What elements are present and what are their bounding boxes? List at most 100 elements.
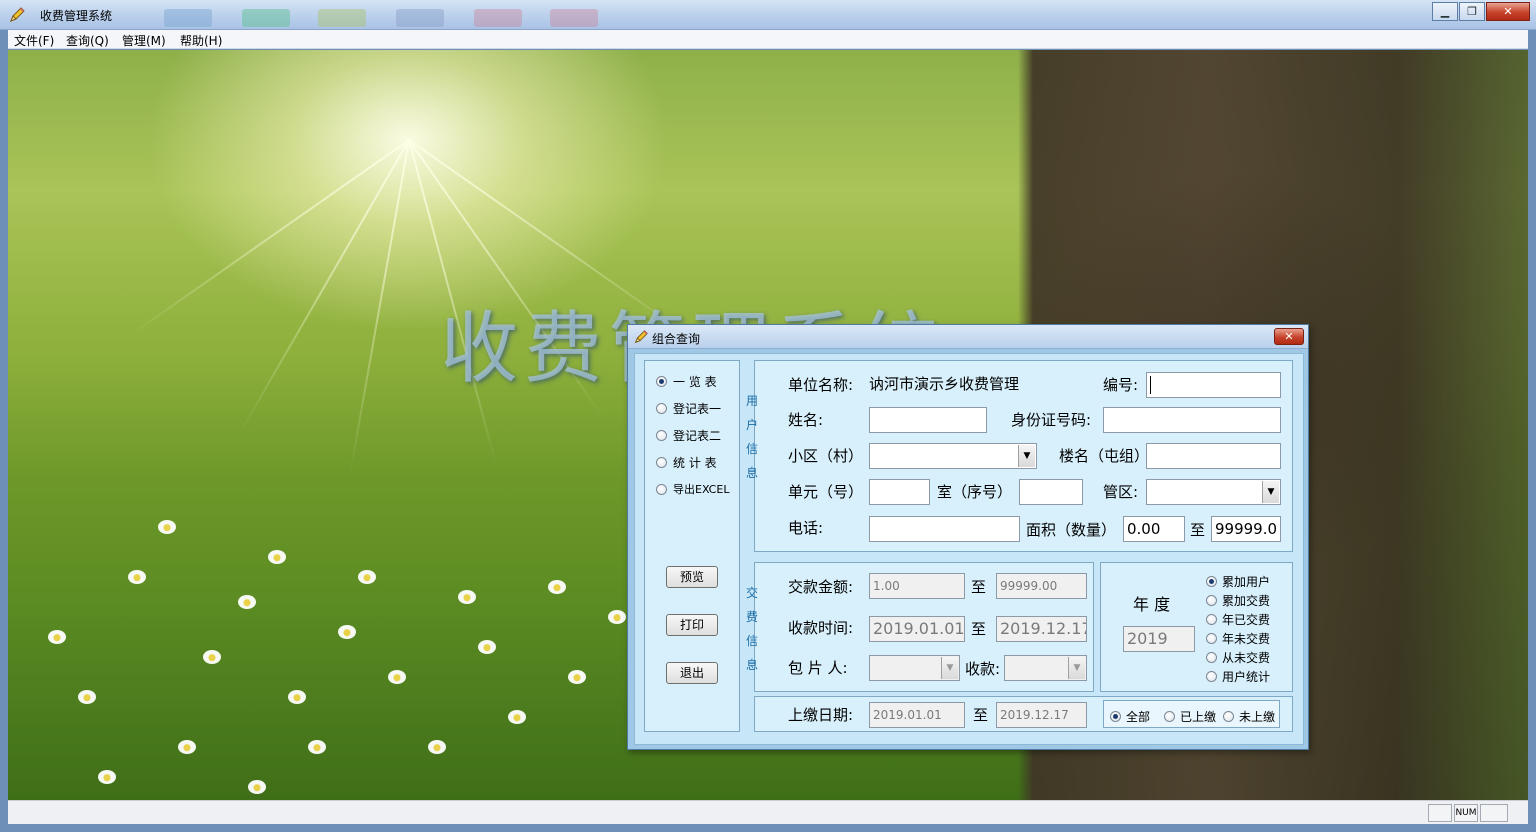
year-input[interactable]: 2019 bbox=[1123, 626, 1195, 652]
community-select[interactable]: ▼ bbox=[869, 443, 1037, 469]
year-cumulative-users-radio[interactable]: 累加用户 bbox=[1206, 573, 1270, 590]
upload-date-to-label: 至 bbox=[973, 706, 989, 724]
menu-query[interactable]: 查询(Q) bbox=[66, 32, 109, 49]
chevron-down-icon[interactable]: ▼ bbox=[941, 657, 958, 679]
unit-name-label: 单位名称: bbox=[788, 376, 854, 394]
window-title: 收费管理系统 bbox=[40, 9, 113, 23]
user-info-group: 用 户 信 息 单位名称: 讷河市演示乡收费管理 编号: 姓名: 身份证号码: … bbox=[746, 360, 1293, 552]
pencil-icon bbox=[634, 330, 648, 344]
unit-no-label: 单元（号） bbox=[788, 483, 864, 501]
amount-to-label: 至 bbox=[971, 578, 987, 596]
chevron-down-icon[interactable]: ▼ bbox=[1068, 657, 1085, 679]
upload-date-to-input[interactable]: 2019.12.17 bbox=[996, 702, 1087, 728]
collect-select[interactable]: ▼ bbox=[1004, 655, 1087, 681]
radio-dot bbox=[1206, 671, 1217, 682]
building-input[interactable] bbox=[1146, 443, 1281, 469]
phone-input[interactable] bbox=[869, 516, 1020, 542]
status-bar: NUM bbox=[8, 800, 1528, 824]
collect-time-from-input[interactable]: 2019.01.01 bbox=[869, 616, 965, 642]
amount-to-input[interactable]: 99999.00 bbox=[996, 573, 1087, 599]
amount-from-input[interactable]: 1.00 bbox=[869, 573, 965, 599]
maximize-button[interactable]: ❐ bbox=[1459, 2, 1485, 21]
unit-no-input[interactable] bbox=[869, 479, 930, 505]
id-input[interactable] bbox=[1146, 372, 1281, 398]
never-paid-radio[interactable]: 从未交费 bbox=[1206, 649, 1270, 666]
idcard-label: 身份证号码: bbox=[1011, 411, 1092, 429]
collect-time-label: 收款时间: bbox=[788, 619, 854, 637]
radio-dot bbox=[1206, 576, 1217, 587]
main-title-bar: 收费管理系统 ▁ ❐ ✕ bbox=[0, 0, 1536, 30]
chevron-down-icon[interactable]: ▼ bbox=[1018, 445, 1035, 467]
name-label: 姓名: bbox=[788, 411, 824, 429]
unit-name-value: 讷河市演示乡收费管理 bbox=[869, 375, 1020, 393]
radio-dot bbox=[656, 430, 667, 441]
menu-help[interactable]: 帮助(H) bbox=[180, 32, 222, 49]
upload-submitted-radio[interactable]: 已上缴 bbox=[1164, 708, 1216, 725]
year-label: 年 度 bbox=[1133, 595, 1171, 614]
preview-button[interactable]: 预览 bbox=[666, 566, 718, 588]
dialog-title: 组合查询 bbox=[652, 332, 701, 346]
query-dialog: 组合查询 ✕ 一 览 表 登记表一 登记表二 统 计 表 导出EXCEL 预览 … bbox=[627, 324, 1309, 750]
user-statistics-radio[interactable]: 用户统计 bbox=[1206, 668, 1270, 685]
phone-label: 电话: bbox=[788, 519, 824, 537]
radio-dot bbox=[1110, 711, 1121, 722]
radio-dot bbox=[1164, 711, 1175, 722]
community-label: 小区（村） bbox=[788, 447, 864, 465]
district-select[interactable]: ▼ bbox=[1146, 479, 1281, 505]
upload-date-label: 上缴日期: bbox=[788, 706, 854, 724]
idcard-input[interactable] bbox=[1103, 407, 1281, 433]
room-label: 室（序号） bbox=[937, 483, 1013, 501]
print-button[interactable]: 打印 bbox=[666, 614, 718, 636]
upload-status-options: 全部 已上缴 未上缴 bbox=[1103, 700, 1280, 728]
minimize-button[interactable]: ▁ bbox=[1432, 2, 1458, 21]
user-info-side-label: 用 户 信 息 bbox=[745, 394, 758, 480]
close-button[interactable]: ✕ bbox=[1486, 2, 1530, 21]
status-pane-caps bbox=[1428, 804, 1452, 822]
district-label: 管区: bbox=[1103, 483, 1139, 501]
area-from-input[interactable]: 0.00 bbox=[1123, 516, 1185, 542]
upload-date-group: 上缴日期: 2019.01.01 至 2019.12.17 全部 已上缴 未上缴 bbox=[754, 696, 1293, 732]
contractor-select[interactable]: ▼ bbox=[869, 655, 960, 681]
year-paid-radio[interactable]: 年已交费 bbox=[1206, 611, 1270, 628]
room-input[interactable] bbox=[1019, 479, 1083, 505]
status-pane-num: NUM bbox=[1454, 804, 1478, 822]
radio-dot bbox=[656, 403, 667, 414]
radio-dot bbox=[656, 483, 667, 495]
id-label: 编号: bbox=[1103, 376, 1139, 394]
upload-all-radio[interactable]: 全部 bbox=[1110, 708, 1150, 725]
upload-not-submitted-radio[interactable]: 未上缴 bbox=[1223, 708, 1275, 725]
menu-bar: 文件(F) 查询(Q) 管理(M) 帮助(H) bbox=[8, 30, 1528, 49]
pencil-icon bbox=[10, 7, 25, 22]
area-to-input[interactable]: 99999.0 bbox=[1211, 516, 1281, 542]
report-type-panel: 一 览 表 登记表一 登记表二 统 计 表 导出EXCEL 预览 打印 退出 bbox=[644, 360, 740, 732]
menu-file[interactable]: 文件(F) bbox=[14, 32, 54, 49]
report-export-excel-radio[interactable]: 导出EXCEL bbox=[656, 481, 729, 497]
report-statistics-radio[interactable]: 统 计 表 bbox=[656, 454, 717, 471]
contractor-label: 包 片 人: bbox=[788, 659, 848, 677]
radio-dot bbox=[656, 376, 667, 387]
report-register1-radio[interactable]: 登记表一 bbox=[656, 400, 721, 417]
name-input[interactable] bbox=[869, 407, 987, 433]
radio-dot bbox=[1206, 595, 1217, 606]
year-cumulative-fees-radio[interactable]: 累加交费 bbox=[1206, 592, 1270, 609]
radio-dot bbox=[656, 457, 667, 468]
taskbar-ghost-thumbnails bbox=[160, 6, 600, 28]
building-label: 楼名（屯组） bbox=[1059, 447, 1150, 465]
chevron-down-icon[interactable]: ▼ bbox=[1262, 481, 1279, 503]
menu-manage[interactable]: 管理(M) bbox=[122, 32, 166, 49]
collect-label: 收款: bbox=[965, 660, 1001, 678]
payment-info-side-label: 交 费 信 息 bbox=[745, 586, 758, 672]
radio-dot bbox=[1206, 652, 1217, 663]
dialog-title-bar: 组合查询 ✕ bbox=[628, 325, 1308, 349]
report-overview-radio[interactable]: 一 览 表 bbox=[656, 373, 717, 390]
collect-time-to-input[interactable]: 2019.12.17 bbox=[996, 616, 1087, 642]
status-pane-scroll bbox=[1480, 804, 1508, 822]
exit-button[interactable]: 退出 bbox=[666, 662, 718, 684]
report-register2-radio[interactable]: 登记表二 bbox=[656, 427, 721, 444]
dialog-body: 一 览 表 登记表一 登记表二 统 计 表 导出EXCEL 预览 打印 退出 用… bbox=[634, 353, 1304, 745]
dialog-close-button[interactable]: ✕ bbox=[1274, 328, 1304, 345]
year-unpaid-radio[interactable]: 年未交费 bbox=[1206, 630, 1270, 647]
upload-date-from-input[interactable]: 2019.01.01 bbox=[869, 702, 965, 728]
area-label: 面积（数量） bbox=[1026, 521, 1117, 539]
radio-dot bbox=[1206, 633, 1217, 644]
